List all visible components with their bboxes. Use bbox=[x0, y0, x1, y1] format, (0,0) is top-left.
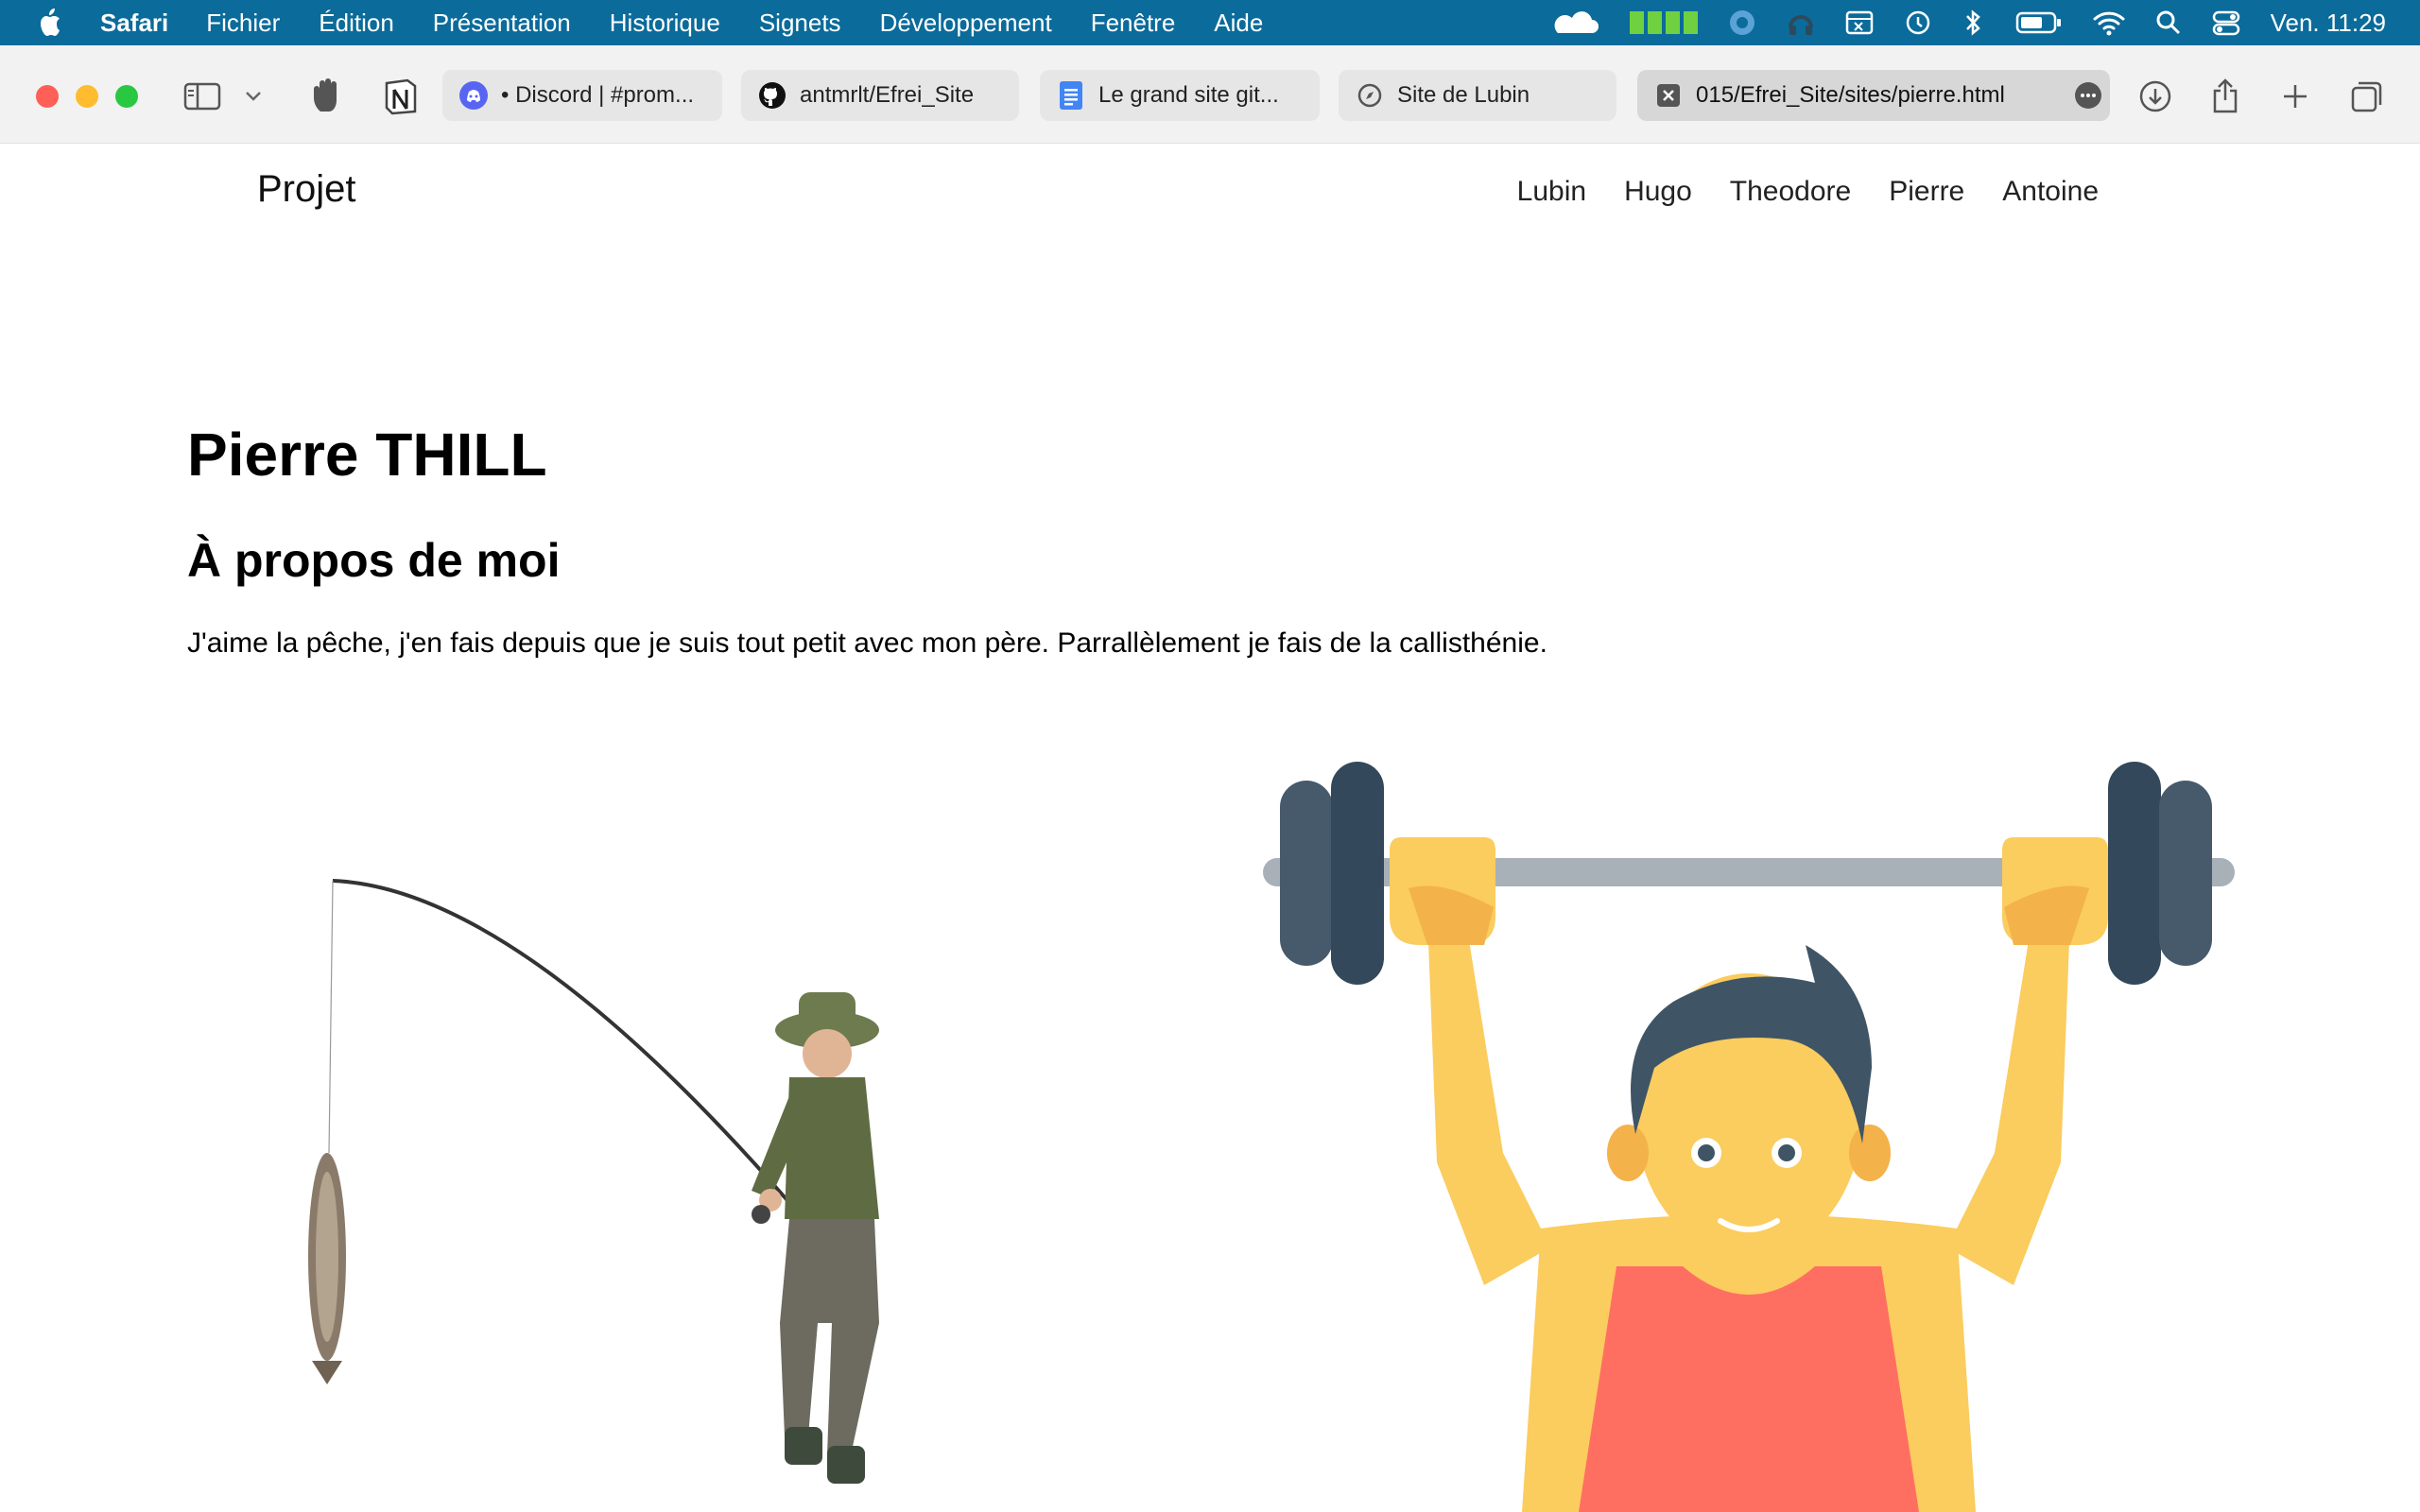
share-icon[interactable] bbox=[2206, 76, 2244, 115]
github-icon bbox=[758, 81, 786, 110]
minimize-window-button[interactable] bbox=[76, 85, 98, 108]
tab-site-de-lubin[interactable]: Site de Lubin bbox=[1339, 70, 1616, 121]
apple-icon[interactable] bbox=[34, 6, 68, 40]
docs-icon bbox=[1057, 81, 1085, 110]
tab-discord[interactable]: • Discord | #prom... bbox=[442, 70, 722, 121]
site-brand[interactable]: Projet bbox=[257, 168, 356, 211]
nav-link-antoine[interactable]: Antoine bbox=[2002, 176, 2099, 208]
menu-historique[interactable]: Historique bbox=[610, 9, 720, 38]
battery-icon[interactable] bbox=[2015, 0, 2063, 45]
notion-icon[interactable] bbox=[380, 76, 422, 117]
nav-link-hugo[interactable]: Hugo bbox=[1624, 176, 1692, 208]
sidebar-toggle-icon[interactable] bbox=[182, 79, 223, 113]
new-tab-icon[interactable] bbox=[2276, 77, 2314, 115]
menu-clock[interactable]: Ven. 11:29 bbox=[2271, 9, 2386, 38]
bluetooth-icon[interactable] bbox=[1962, 0, 1985, 45]
menu-bar: Safari Fichier Édition Présentation Hist… bbox=[0, 0, 2420, 45]
cloud-icon[interactable] bbox=[1550, 0, 1599, 45]
tab-label: antmrlt/Efrei_Site bbox=[800, 82, 975, 108]
menu-edition[interactable]: Édition bbox=[319, 9, 394, 38]
section-heading: À propos de moi bbox=[187, 534, 561, 587]
chevron-down-icon[interactable] bbox=[242, 85, 265, 108]
menu-fenetre[interactable]: Fenêtre bbox=[1091, 9, 1176, 38]
weightlifter-illustration bbox=[1257, 756, 2240, 1512]
tab-overview-icon[interactable] bbox=[2348, 77, 2386, 115]
fishing-image bbox=[274, 850, 993, 1512]
page-icon bbox=[1654, 81, 1683, 110]
compass-icon bbox=[1356, 81, 1384, 110]
control-center-icon[interactable] bbox=[2212, 0, 2240, 45]
address-bar-url[interactable]: 015/Efrei_Site/sites/pierre.html bbox=[1696, 82, 2066, 109]
battery-bars-icon[interactable] bbox=[1629, 0, 1698, 45]
menu-aide[interactable]: Aide bbox=[1214, 9, 1263, 38]
menu-app-name[interactable]: Safari bbox=[100, 9, 168, 38]
wifi-icon[interactable] bbox=[2093, 0, 2125, 45]
download-icon[interactable] bbox=[2136, 77, 2174, 115]
about-paragraph: J'aime la pêche, j'en fais depuis que je… bbox=[187, 627, 1547, 659]
time-machine-icon[interactable] bbox=[1904, 0, 1932, 45]
site-nav: Lubin Hugo Theodore Pierre Antoine bbox=[1479, 176, 2099, 208]
nav-link-theodore[interactable]: Theodore bbox=[1730, 176, 1851, 208]
menu-signets[interactable]: Signets bbox=[759, 9, 841, 38]
tab-active-pierre[interactable]: 015/Efrei_Site/sites/pierre.html bbox=[1637, 70, 2110, 121]
menu-presentation[interactable]: Présentation bbox=[433, 9, 571, 38]
close-window-button[interactable] bbox=[36, 85, 59, 108]
page-title: Pierre THILL bbox=[187, 421, 547, 489]
window-icon[interactable] bbox=[1845, 0, 1874, 45]
tab-label: • Discord | #prom... bbox=[501, 82, 695, 108]
nav-link-lubin[interactable]: Lubin bbox=[1517, 176, 1586, 208]
discord-icon bbox=[459, 81, 488, 110]
nav-link-pierre[interactable]: Pierre bbox=[1889, 176, 1964, 208]
spotlight-search-icon[interactable] bbox=[2155, 0, 2182, 45]
menu-fichier[interactable]: Fichier bbox=[206, 9, 280, 38]
hand-extension-icon[interactable] bbox=[308, 76, 350, 117]
tab-google-docs[interactable]: Le grand site git... bbox=[1040, 70, 1320, 121]
headphones-icon[interactable] bbox=[1787, 0, 1815, 45]
tab-github[interactable]: antmrlt/Efrei_Site bbox=[741, 70, 1019, 121]
tab-label: Le grand site git... bbox=[1098, 82, 1279, 108]
vpn-icon[interactable] bbox=[1728, 0, 1756, 45]
zoom-window-button[interactable] bbox=[115, 85, 138, 108]
tab-label: Site de Lubin bbox=[1397, 82, 1530, 108]
more-options-icon[interactable] bbox=[2074, 81, 2102, 110]
menu-developpement[interactable]: Développement bbox=[880, 9, 1052, 38]
